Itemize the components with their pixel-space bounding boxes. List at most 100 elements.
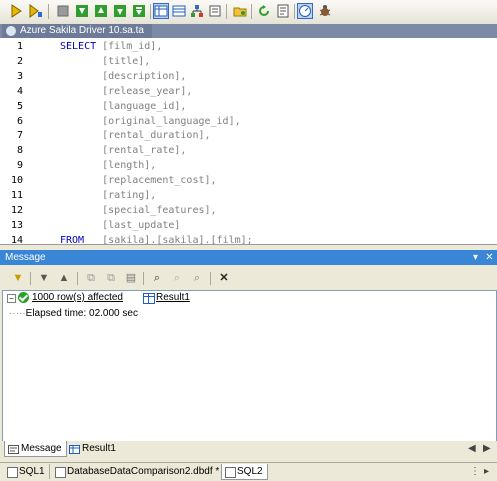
document-bar: Azure Sakila Driver 10.sa.ta xyxy=(0,24,497,38)
previous-message-icon[interactable]: ▲ xyxy=(57,271,71,285)
result-next-icon[interactable] xyxy=(112,3,128,19)
code-text: [length], xyxy=(60,160,157,172)
result-first-icon[interactable] xyxy=(74,3,90,19)
code-text: [rating], xyxy=(60,190,157,201)
tab-comparison-label: DatabaseDataComparison2.dbdf * xyxy=(67,466,220,477)
database-icon xyxy=(6,26,16,36)
rows-affected-link[interactable]: 1000 row(s) affected xyxy=(32,292,123,303)
code-text: [title], xyxy=(60,55,151,67)
sql-editor[interactable]: 1 2 3 4 5 6 7 8 9 10 11 12 13 14 SELECT [film_id], [t… xyxy=(0,38,497,246)
code-line: SELECT [film_id], xyxy=(60,41,162,52)
scroll-left-icon[interactable]: ◀ xyxy=(468,443,476,454)
panel-menu-icon[interactable]: ▾ xyxy=(470,252,481,263)
document-tabs: SQL1 DatabaseDataComparison2.dbdf * SQL2… xyxy=(0,462,497,481)
sql-keyword: SELECT xyxy=(60,41,97,52)
result-tabbed-icon[interactable] xyxy=(171,3,187,19)
success-icon xyxy=(18,292,29,303)
comparison-file-icon xyxy=(55,467,66,478)
line-number: 11 xyxy=(10,190,23,201)
message-panel-titlebar: Message ▾ ✕ xyxy=(0,250,497,265)
sql-file-icon xyxy=(225,467,236,478)
line-number: 4 xyxy=(16,85,23,97)
stop-icon[interactable] xyxy=(55,3,71,19)
code-text: [sakila].[sakila].[film]; xyxy=(84,234,253,246)
elapsed-time-message: ·····Elapsed time: 02.000 sec xyxy=(9,308,138,319)
line-number: 2 xyxy=(16,55,23,67)
refresh-icon[interactable] xyxy=(256,3,272,19)
list-icon[interactable] xyxy=(207,3,223,19)
document-tab[interactable]: Azure Sakila Driver 10.sa.ta xyxy=(2,24,152,38)
line-number: 13 xyxy=(10,219,23,231)
grid-icon xyxy=(143,293,155,304)
code-line: [description], xyxy=(60,71,186,82)
debug-icon[interactable] xyxy=(317,3,333,19)
close-panel-icon[interactable]: ✕ xyxy=(484,252,495,263)
collapse-toggle-icon[interactable]: − xyxy=(7,294,16,303)
clear-icon[interactable]: ▤ xyxy=(124,271,138,285)
open-folder-icon[interactable] xyxy=(232,3,248,19)
tab-scroll-right-icon[interactable]: ▸ xyxy=(484,466,489,477)
scroll-right-icon[interactable]: ▶ xyxy=(483,443,491,454)
code-line: [release_year], xyxy=(60,86,192,97)
code-line: [rental_duration], xyxy=(60,130,211,142)
code-text: [film_id], xyxy=(96,41,163,52)
execute-icon[interactable] xyxy=(8,3,24,19)
find-icon[interactable]: ⌕ xyxy=(150,271,164,285)
line-number: 1 xyxy=(16,41,23,52)
line-number: 14 xyxy=(10,234,23,246)
tab-sql1[interactable]: SQL1 xyxy=(4,464,50,479)
find-next-icon[interactable]: ⌕ xyxy=(170,271,184,285)
line-number: 9 xyxy=(16,160,23,172)
document-tab-label: Azure Sakila Driver 10.sa.ta xyxy=(20,25,144,36)
code-line: [rating], xyxy=(60,190,156,201)
next-message-icon[interactable]: ▼ xyxy=(37,271,51,285)
tab-message[interactable]: Message xyxy=(4,441,67,457)
result1-link[interactable]: Result1 xyxy=(156,292,190,303)
line-number: 12 xyxy=(10,204,23,216)
code-text: [rental_rate], xyxy=(60,145,187,157)
code-line: FROM [sakila].[sakila].[film]; xyxy=(60,235,253,246)
copy-all-icon[interactable]: ⧉ xyxy=(104,271,118,285)
tab-result1[interactable]: Result1 xyxy=(66,441,120,456)
properties-icon[interactable] xyxy=(275,3,291,19)
code-line: [language_id], xyxy=(60,101,186,112)
code-text: [rental_duration], xyxy=(60,130,211,142)
code-text: [special_features], xyxy=(60,204,217,216)
message-list: − 1000 row(s) affected Result1 ·····Elap… xyxy=(2,290,497,442)
tab-sql1-label: SQL1 xyxy=(19,466,45,477)
copy-icon[interactable]: ⧉ xyxy=(84,271,98,285)
delete-icon[interactable]: ✕ xyxy=(217,271,231,285)
code-text: [original_language_id], xyxy=(60,115,241,127)
sql-keyword: FROM xyxy=(60,234,85,246)
line-number: 5 xyxy=(16,100,23,112)
find-previous-icon[interactable]: ⌕ xyxy=(190,271,204,285)
message-icon xyxy=(8,444,19,459)
tab-result1-label: Result1 xyxy=(82,443,116,454)
tab-sql2[interactable]: SQL2 xyxy=(221,464,268,480)
filter-icon[interactable]: ▼ xyxy=(11,271,25,285)
message-toolbar: ▼ ▼ ▲ ⧉ ⧉ ▤ ⌕ ⌕ ⌕ ✕ xyxy=(0,266,497,290)
code-text: [language_id], xyxy=(60,100,187,112)
line-number: 10 xyxy=(10,175,23,187)
result-last-icon[interactable] xyxy=(131,3,147,19)
tree-icon[interactable] xyxy=(189,3,205,19)
code-text: [description], xyxy=(60,70,187,82)
tab-database-data-comparison[interactable]: DatabaseDataComparison2.dbdf * xyxy=(52,464,225,479)
tab-sql2-label: SQL2 xyxy=(237,466,263,477)
tab-message-label: Message xyxy=(21,443,62,454)
code-line: [last_update] xyxy=(60,220,180,231)
code-line: [original_language_id], xyxy=(60,115,241,127)
grid-icon xyxy=(69,444,80,459)
gauge-icon[interactable] xyxy=(297,3,313,19)
line-number: 7 xyxy=(16,130,23,142)
code-line: [title], xyxy=(60,56,150,67)
line-number-gutter: 1 2 3 4 5 6 7 8 9 10 11 12 13 14 xyxy=(0,38,46,246)
message-panel-tabs: Message Result1 ◀ ▶ xyxy=(0,441,497,457)
result-prev-icon[interactable] xyxy=(93,3,109,19)
tab-scroll-icon[interactable]: ⋮ xyxy=(470,466,480,477)
code-line: [replacement_cost], xyxy=(60,175,216,186)
execute-step-icon[interactable] xyxy=(27,3,43,19)
code-line: [special_features], xyxy=(60,204,217,216)
result-grid-icon[interactable] xyxy=(153,3,169,19)
main-toolbar xyxy=(0,0,497,25)
